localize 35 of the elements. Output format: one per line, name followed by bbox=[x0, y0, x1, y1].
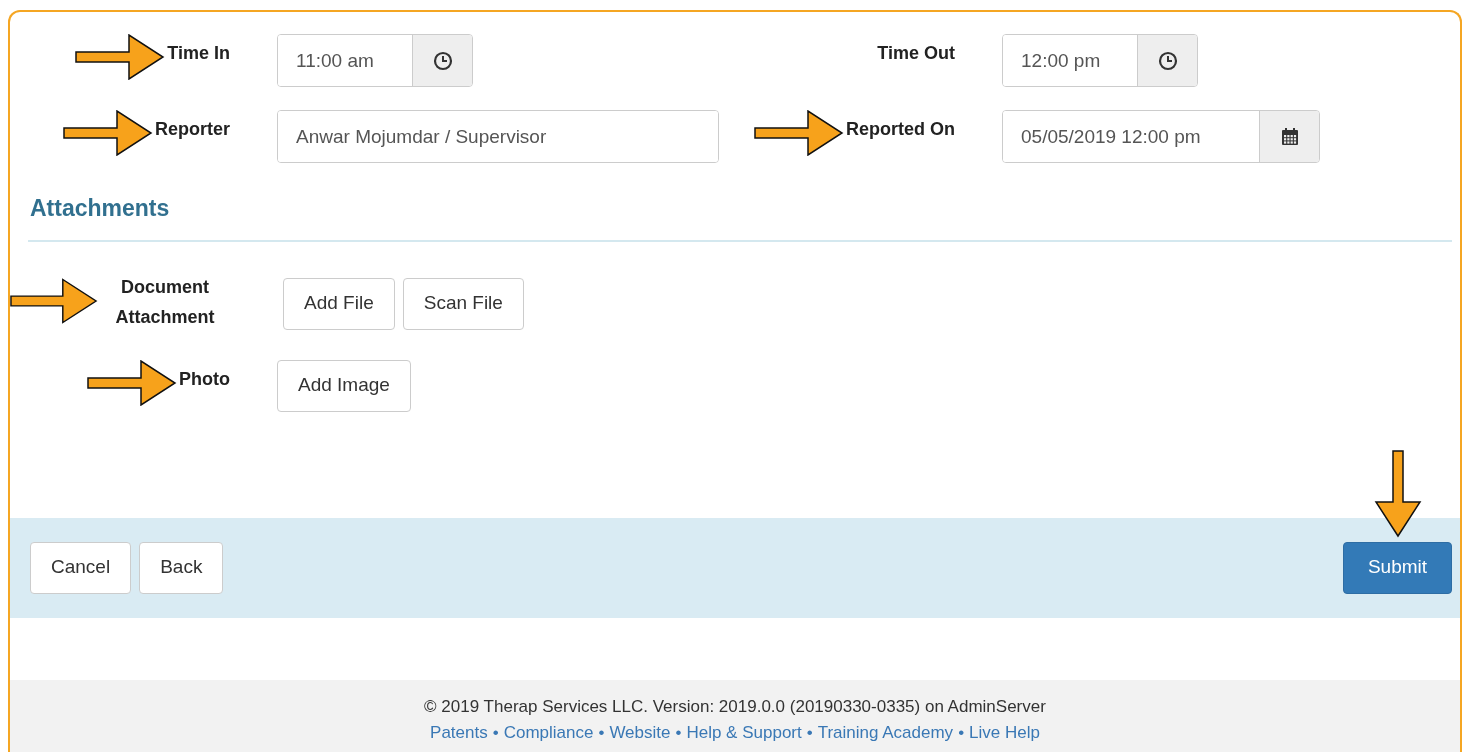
input-group[interactable]: 11:00 am bbox=[277, 34, 473, 87]
input-field[interactable]: Anwar Mojumdar / Supervisor bbox=[278, 111, 718, 162]
attach-button[interactable]: Add Image bbox=[277, 359, 411, 412]
footer-link[interactable]: Website bbox=[609, 722, 671, 742]
separator: • bbox=[492, 722, 499, 742]
separator: • bbox=[958, 722, 965, 742]
footer-link[interactable]: Training Academy bbox=[817, 722, 954, 742]
attach-button[interactable]: Scan File bbox=[402, 277, 524, 330]
field-label: Reporter bbox=[155, 118, 230, 141]
field-label: Document Attachment bbox=[114, 275, 216, 329]
calendar-icon bbox=[1279, 126, 1300, 147]
field-label: Reported On bbox=[846, 118, 955, 141]
section-title: Attachments bbox=[30, 194, 171, 223]
copyright-text: © 2019 Therap Services LLC. Version: 2019.0.0 (20190330-0335) on AdminServer bbox=[423, 696, 1047, 718]
footer-link[interactable]: Help & Support bbox=[686, 722, 802, 742]
field-label: Time Out bbox=[877, 42, 955, 65]
separator: • bbox=[806, 722, 813, 742]
attach-button[interactable]: Add File bbox=[283, 277, 395, 330]
clock-icon bbox=[432, 50, 453, 71]
addon-button[interactable] bbox=[412, 35, 472, 86]
cancel-button[interactable]: Cancel bbox=[30, 541, 132, 594]
addon-button[interactable] bbox=[1259, 111, 1319, 162]
input-group[interactable]: 05/05/2019 12:00 pm bbox=[1002, 110, 1320, 163]
footer-link[interactable]: Compliance bbox=[503, 722, 594, 742]
separator: • bbox=[675, 722, 682, 742]
submit-button[interactable]: Submit bbox=[1343, 541, 1452, 594]
back-button[interactable]: Back bbox=[139, 541, 224, 594]
footer-link[interactable]: Patents bbox=[430, 722, 488, 742]
addon-button[interactable] bbox=[1137, 35, 1197, 86]
field-label: Photo bbox=[179, 367, 230, 391]
footer-link[interactable]: Live Help bbox=[969, 722, 1040, 742]
input-group[interactable]: 12:00 pm bbox=[1002, 34, 1198, 87]
clock-icon bbox=[1157, 50, 1178, 71]
separator: • bbox=[598, 722, 605, 742]
field-label: Time In bbox=[167, 42, 230, 65]
